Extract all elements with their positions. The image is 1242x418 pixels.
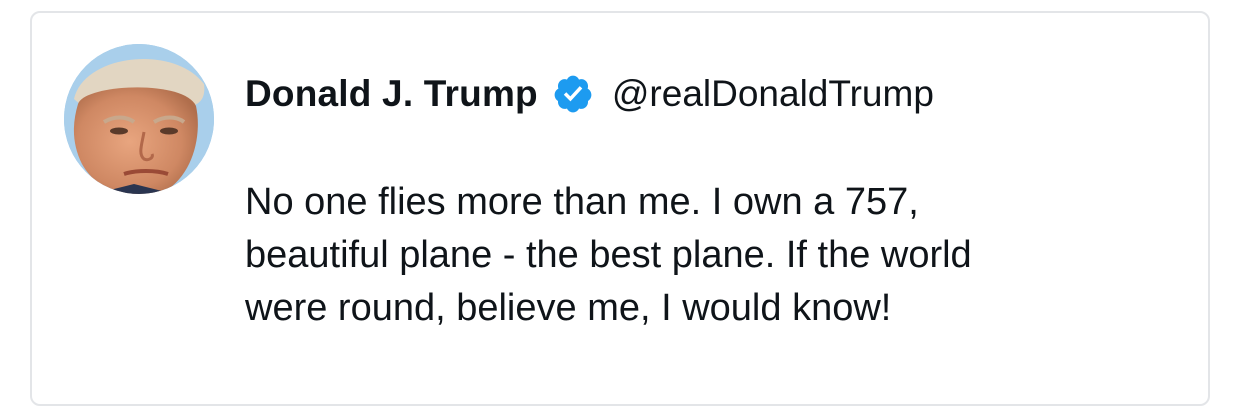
tweet-card[interactable]: Donald J. Trump @realDonaldTrump No one … [30,11,1210,406]
verified-badge-icon [552,73,594,115]
profile-photo-icon [64,44,214,194]
author-handle[interactable]: @realDonaldTrump [612,73,934,115]
author-name[interactable]: Donald J. Trump [245,73,538,115]
tweet-text: No one flies more than me. I own a 757, … [245,181,972,329]
tweet-header: Donald J. Trump @realDonaldTrump [245,69,934,119]
avatar[interactable] [64,44,214,194]
